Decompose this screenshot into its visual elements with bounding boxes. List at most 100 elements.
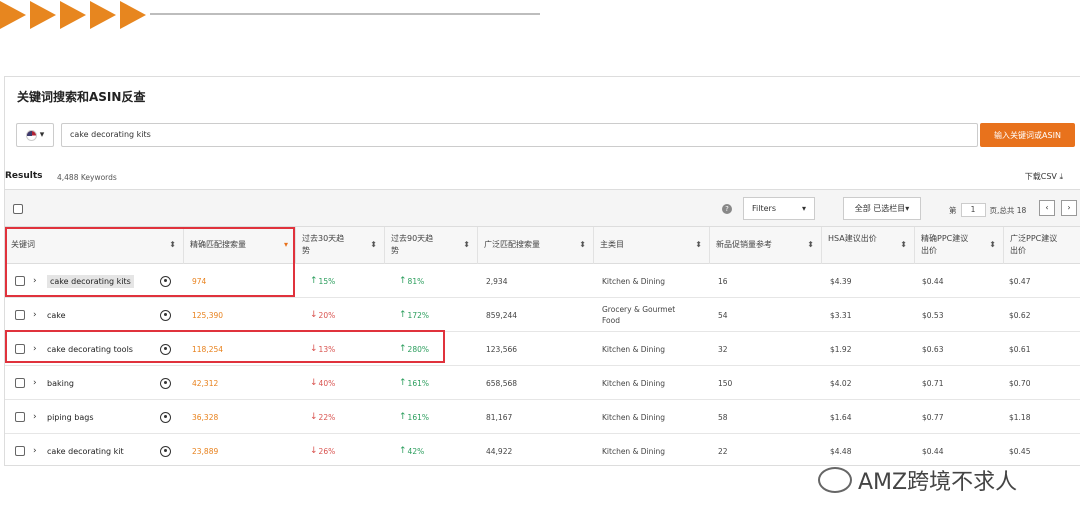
chevron-right-icon[interactable]: › xyxy=(33,446,37,456)
table-row[interactable]: › cake 125,390 ↓ 20% ↑ 172% 859,244 Grocery & Go… xyxy=(5,298,1080,332)
cell-promo-value: 58 xyxy=(718,412,728,422)
col-header-exact-ppc[interactable]: 精确PPC建议出价 ⬍ xyxy=(915,227,1004,264)
cell-broad_ppc-value: $0.61 xyxy=(1009,344,1031,354)
sort-icon[interactable]: ⬍ xyxy=(370,239,377,251)
cell-exact-value: 23,889 xyxy=(192,446,219,456)
sort-icon[interactable]: ⬍ xyxy=(900,239,907,251)
help-icon[interactable]: ? xyxy=(722,204,732,214)
table-row[interactable]: › piping bags 36,328 ↓ 22% ↑ 161% 81,167 Kitchen… xyxy=(5,400,1080,434)
cell-category-value: Kitchen & Dining xyxy=(602,378,666,388)
cell-exact-value: 125,390 xyxy=(192,310,224,320)
cell-hsa: $1.92 xyxy=(830,332,851,366)
row-checkbox[interactable] xyxy=(15,412,25,422)
prev-page-button[interactable]: ‹ xyxy=(1039,200,1055,216)
cell-category-value: Kitchen & Dining xyxy=(602,344,666,354)
cell-exact_ppc: $0.44 xyxy=(922,434,943,465)
table-row[interactable]: › baking 42,312 ↓ 40% ↑ 161% 658,568 Kitchen & D… xyxy=(5,366,1080,400)
keyword-link[interactable]: cake xyxy=(47,311,66,320)
keyword-link[interactable]: cake decorating kit xyxy=(47,447,124,456)
caret-down-icon: ▾ xyxy=(801,204,806,213)
cell-exact_ppc: $0.77 xyxy=(922,400,943,434)
cell-broad_ppc: $0.61 xyxy=(1009,332,1030,366)
cell-broad_ppc: $0.70 xyxy=(1009,366,1030,400)
table-row[interactable]: › cake decorating kit 23,889 ↓ 26% ↑ 42% 44,922… xyxy=(5,434,1080,465)
cell-broad_ppc-value: $1.18 xyxy=(1009,412,1031,422)
cell-t30: ↓ 22% xyxy=(310,400,335,434)
user-icon[interactable] xyxy=(160,411,171,423)
col-header-hsa-bid[interactable]: HSA建议出价 ⬍ xyxy=(822,227,915,264)
cell-hsa: $4.02 xyxy=(830,366,851,400)
caret-down-icon: ▾ xyxy=(905,204,910,213)
keyword-link[interactable]: baking xyxy=(47,379,74,388)
user-cell xyxy=(160,434,171,465)
col-header-promo[interactable]: 新品促销量参考 ⬍ xyxy=(710,227,822,264)
chevron-right-icon[interactable]: › xyxy=(33,310,37,320)
trend-up-arrow-icon: ↑ xyxy=(399,412,407,422)
cell-exact_ppc: $0.63 xyxy=(922,332,943,366)
filters-dropdown[interactable]: Filters ▾ xyxy=(743,197,815,220)
col-header-trend-90[interactable]: 过去90天趋势 ⬍ xyxy=(385,227,478,264)
col-label: 过去30天趋势 xyxy=(302,234,345,255)
chevron-right-icon[interactable]: › xyxy=(33,412,37,422)
cell-exact: 23,889 xyxy=(192,434,219,465)
cell-category-value: Kitchen & Dining xyxy=(602,412,666,422)
cell-hsa-value: $4.39 xyxy=(830,276,852,286)
cell-broad: 2,934 xyxy=(486,264,507,298)
col-header-category[interactable]: 主类目 ⬍ xyxy=(594,227,710,264)
cell-hsa: $3.31 xyxy=(830,298,851,332)
user-icon[interactable] xyxy=(160,445,171,457)
col-label: 过去90天趋势 xyxy=(391,234,434,255)
chevron-arrow-icon xyxy=(0,1,26,29)
columns-dropdown[interactable]: 全部 已选栏目▾ xyxy=(843,197,921,220)
cell-hsa-value: $3.31 xyxy=(830,310,852,320)
user-cell xyxy=(160,400,171,434)
page-number-input[interactable]: 1 xyxy=(960,203,986,217)
cell-broad_ppc: $0.45 xyxy=(1009,434,1030,465)
cell-t30-value: 15% xyxy=(318,276,336,286)
expand-cell: › xyxy=(33,400,37,434)
trend-up-arrow-icon: ↑ xyxy=(399,378,407,388)
cell-broad_ppc: $1.18 xyxy=(1009,400,1030,434)
user-icon[interactable] xyxy=(160,377,171,389)
row-checkbox[interactable] xyxy=(15,310,25,320)
download-csv-link[interactable]: 下载CSV ⤓ xyxy=(1025,171,1063,182)
col-header-broad-ppc[interactable]: 广泛PPC建议出价 xyxy=(1004,227,1080,264)
cell-broad: 658,568 xyxy=(486,366,517,400)
select-all-checkbox[interactable] xyxy=(13,204,23,214)
col-header-broad-volume[interactable]: 广泛匹配搜索量 ⬍ xyxy=(478,227,594,264)
sort-icon[interactable]: ⬍ xyxy=(807,239,814,251)
row-checkbox[interactable] xyxy=(15,378,25,388)
keyword-cell: piping bags xyxy=(47,400,94,434)
cell-hsa-value: $1.92 xyxy=(830,344,852,354)
next-page-button[interactable]: › xyxy=(1061,200,1077,216)
sort-icon[interactable]: ⬍ xyxy=(579,239,586,251)
cell-category: Kitchen & Dining xyxy=(602,332,690,366)
results-label: Results xyxy=(5,171,43,181)
pagination: 第 1 页,总共 18 xyxy=(949,203,1026,217)
sort-icon[interactable]: ⬍ xyxy=(989,239,996,251)
cell-category: Kitchen & Dining xyxy=(602,400,690,434)
col-label: 新品促销量参考 xyxy=(716,240,772,249)
search-button[interactable]: 输入关键词或ASIN xyxy=(980,123,1075,147)
cell-t30-value: 22% xyxy=(318,412,336,422)
keyword-count: 4,488 Keywords xyxy=(57,173,117,182)
col-header-trend-30[interactable]: 过去30天趋势 ⬍ xyxy=(296,227,385,264)
trend-down-arrow-icon: ↓ xyxy=(310,412,318,422)
row-checkbox[interactable] xyxy=(15,446,25,456)
cell-exact_ppc: $0.53 xyxy=(922,298,943,332)
chevron-right-icon[interactable]: › xyxy=(33,378,37,388)
keyword-link[interactable]: piping bags xyxy=(47,413,94,422)
cell-broad-value: 859,244 xyxy=(486,310,518,320)
cell-t90-value: 81% xyxy=(407,276,425,286)
cell-promo-value: 54 xyxy=(718,310,728,320)
cell-broad-value: 81,167 xyxy=(486,412,513,422)
row-checkbox-cell xyxy=(15,400,25,434)
marketplace-selector[interactable]: ▾ xyxy=(16,123,54,147)
sort-icon[interactable]: ⬍ xyxy=(463,239,470,251)
sort-icon[interactable]: ⬍ xyxy=(695,239,702,251)
user-cell xyxy=(160,298,171,332)
user-icon[interactable] xyxy=(160,309,171,321)
search-input[interactable]: cake decorating kits xyxy=(61,123,978,147)
col-label: 广泛匹配搜索量 xyxy=(484,240,540,249)
cell-t30-value: 26% xyxy=(318,446,336,456)
